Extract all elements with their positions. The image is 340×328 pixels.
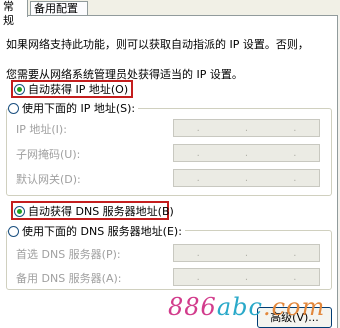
ip-address-input[interactable]: ... (173, 119, 320, 137)
ip-auto-radio[interactable] (14, 83, 25, 95)
watermark-logo: 886abc.com (168, 293, 326, 321)
ip-address-label: IP 地址(I): (16, 123, 67, 136)
subnet-mask-input[interactable]: ... (173, 144, 320, 162)
dns-manual-radio[interactable] (8, 225, 19, 237)
dns-manual-radio-row[interactable]: 使用下面的 DNS 服务器地址(E): (8, 224, 185, 238)
preferred-dns-label: 首选 DNS 服务器(P): (16, 248, 121, 261)
default-gateway-label: 默认网关(D): (16, 173, 81, 186)
ip-manual-label: 使用下面的 IP 地址(S): (22, 102, 136, 115)
preferred-dns-input[interactable]: ... (173, 244, 320, 262)
alternate-dns-label: 备用 DNS 服务器(A): (16, 272, 122, 285)
ip-manual-radio[interactable] (8, 102, 19, 114)
dns-manual-label: 使用下面的 DNS 服务器地址(E): (22, 225, 182, 238)
subnet-mask-label: 子网掩码(U): (16, 148, 81, 161)
dns-auto-radio[interactable] (14, 205, 25, 217)
default-gateway-input[interactable]: ... (173, 169, 320, 187)
tab-bar: 常规 备用配置 (0, 0, 340, 27)
dns-auto-label: 自动获得 DNS 服务器地址(B) (28, 205, 174, 218)
ip-auto-label: 自动获得 IP 地址(O) (28, 83, 129, 96)
ip-auto-radio-row[interactable]: 自动获得 IP 地址(O) (14, 82, 128, 96)
intro-line-1: 如果网络支持此功能，则可以获取自动指派的 IP 设置。否则， (6, 38, 309, 51)
tab-general[interactable]: 常规 (0, 0, 28, 27)
dns-auto-radio-row[interactable]: 自动获得 DNS 服务器地址(B) (14, 204, 174, 218)
ip-manual-radio-row[interactable]: 使用下面的 IP 地址(S): (8, 101, 139, 115)
tab-alternate-config[interactable]: 备用配置 (30, 1, 88, 15)
panel-border (0, 15, 340, 16)
alternate-dns-input[interactable]: ... (173, 268, 320, 286)
